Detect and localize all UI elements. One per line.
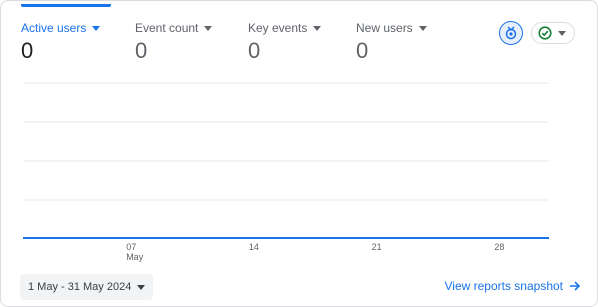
x-tick-label: 14 xyxy=(249,242,259,252)
overview-card: Active users 0 Event count 0 Key events … xyxy=(0,0,598,307)
date-range-selector[interactable]: 1 May - 31 May 2024 xyxy=(20,274,154,300)
x-tick-label: 28 xyxy=(494,242,504,252)
x-tick-label: 07 xyxy=(126,242,136,252)
caret-down-icon xyxy=(137,285,146,290)
view-reports-label: View reports snapshot xyxy=(444,279,563,293)
x-tick-label: 21 xyxy=(372,242,382,252)
arrow-forward-icon xyxy=(570,281,581,291)
view-reports-snapshot-link[interactable]: View reports snapshot xyxy=(444,279,581,293)
x-axis-ticks: 07May 14 21 28 xyxy=(126,242,504,262)
users-line-chart: 07May 14 21 28 xyxy=(23,82,549,262)
date-range-label: 1 May - 31 May 2024 xyxy=(28,281,132,293)
x-tick-month-label: May xyxy=(126,252,144,262)
